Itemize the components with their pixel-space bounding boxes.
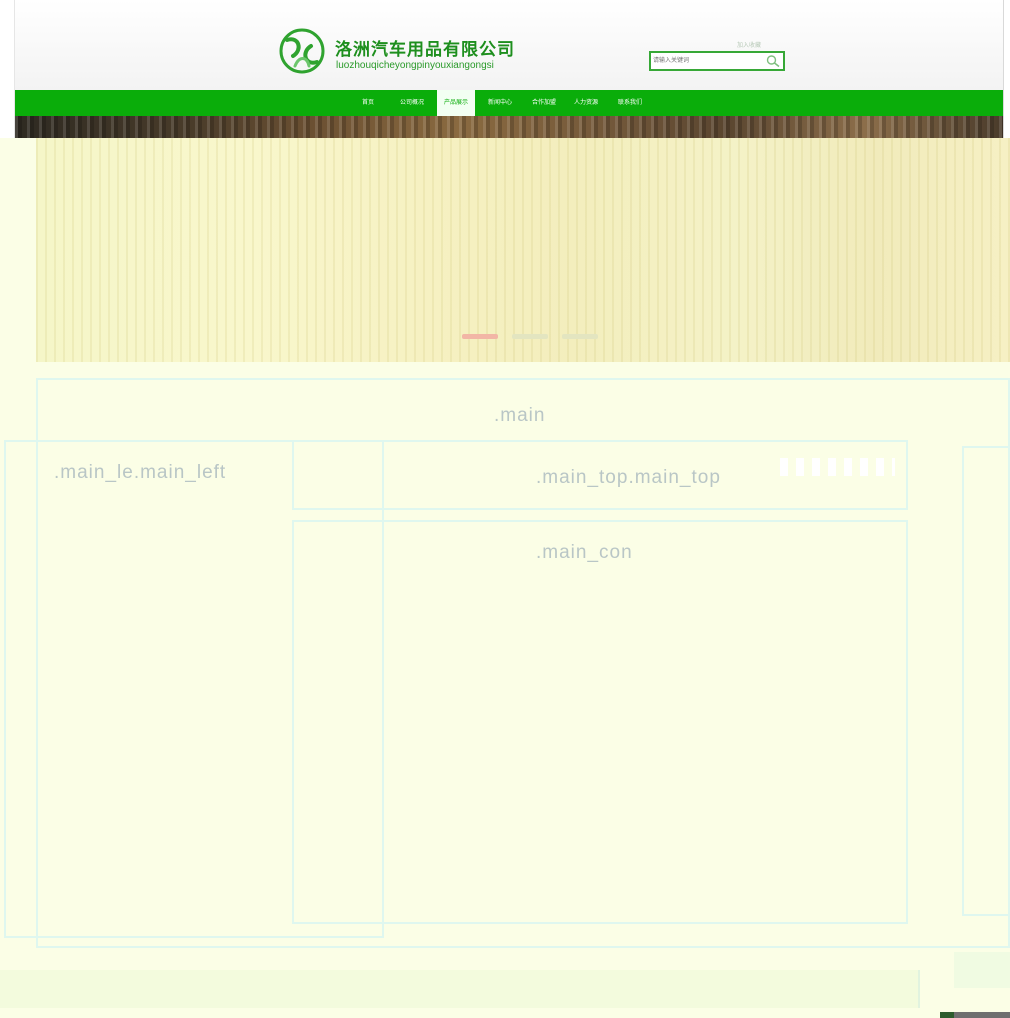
footer	[0, 970, 920, 1008]
banner-slide-texture	[36, 138, 1010, 362]
nav-item-about[interactable]: 公司概况	[393, 90, 431, 116]
company-logo-icon[interactable]	[277, 26, 327, 76]
main-top-markers	[780, 458, 895, 476]
overlay-left-strip	[0, 158, 36, 362]
slide-dot-3[interactable]	[562, 334, 598, 339]
main-label: .main	[494, 405, 546, 426]
taskbar-strip	[940, 1012, 1010, 1018]
banner-slide-tinted	[36, 138, 1010, 362]
site-header: 洛洲汽车用品有限公司 luozhouqicheyongpinyouxiangon…	[15, 0, 1003, 90]
main-left-label: .main_le.main_left	[54, 462, 227, 483]
nav-item-home[interactable]: 首页	[355, 90, 381, 116]
corner-card	[954, 952, 1010, 988]
nav-item-products[interactable]: 产品展示	[437, 90, 475, 116]
nav-item-partners[interactable]: 合作加盟	[525, 90, 563, 116]
main-nav: 首页 公司概况 产品展示 新闻中心 合作加盟 人力资源 联系我们	[15, 90, 1003, 116]
main-con-label: .main_con	[536, 542, 633, 563]
main-con-box	[292, 520, 908, 924]
nav-item-news[interactable]: 新闻中心	[481, 90, 519, 116]
nav-item-careers[interactable]: 人力资源	[567, 90, 605, 116]
slide-dot-1[interactable]	[462, 334, 498, 339]
company-pinyin: luozhouqicheyongpinyouxiangongsi	[336, 60, 494, 71]
search-icon[interactable]	[765, 54, 781, 68]
search-input[interactable]	[653, 55, 753, 67]
main-right-box	[962, 446, 1010, 916]
search-box	[649, 51, 785, 71]
slide-dot-2[interactable]	[512, 334, 548, 339]
main-top-label: .main_top.main_top	[536, 467, 721, 488]
company-name: 洛洲汽车用品有限公司	[335, 40, 515, 59]
add-favorite-link[interactable]: 加入收藏	[737, 40, 761, 49]
page-frame: 洛洲汽车用品有限公司 luozhouqicheyongpinyouxiangon…	[14, 0, 1004, 158]
nav-item-contact[interactable]: 联系我们	[611, 90, 649, 116]
